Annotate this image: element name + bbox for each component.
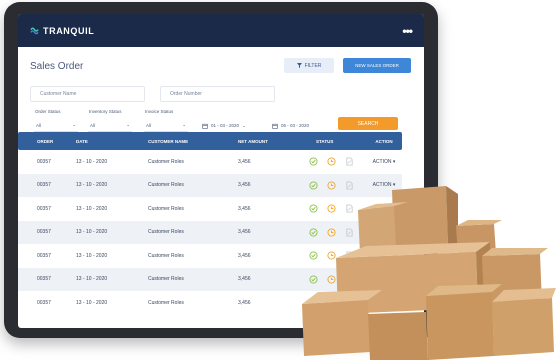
more-menu-icon[interactable]: ••• [402,24,413,38]
cell-date: 13 - 10 - 2020 [76,276,108,283]
cell-amount: 3,456 [238,158,251,165]
table-row[interactable]: 00357 13 - 10 - 2020 Customer Roles 3,456 AC… [18,150,402,174]
cell-customer: Customer Roles [148,229,184,236]
cell-amount: 3,456 [238,205,251,212]
brand-name: TRANQUIL [43,25,95,36]
cell-status [296,157,366,167]
invoice-status-label: Invoice Status [145,109,174,114]
header-status: STATUS [316,138,334,144]
header-customer: CUSTOMER NAME [148,138,189,144]
cell-customer: Customer Roles [148,182,184,189]
cell-amount: 3,456 [238,182,251,189]
calendar-icon [272,123,278,129]
document-icon[interactable] [344,157,354,167]
cardboard-boxes-image [302,186,556,360]
header-amount: NET AMOUNT [238,138,268,144]
inventory-status-value: All [90,122,96,128]
header-date: DATE [76,138,88,144]
filter-label: FILTER [304,62,322,69]
calendar-icon [202,123,208,129]
order-status-select[interactable]: Order Status All ⌄ [34,109,78,132]
header-action: ACTION [375,138,393,144]
funnel-icon [296,63,302,68]
row-action-menu[interactable]: ACTION ▾ [366,159,402,165]
cell-customer: Customer Roles [148,158,184,165]
chevron-down-icon: ⌄ [72,122,76,127]
date-from-picker[interactable]: 01 - 03 - 2020 ⌄ [202,119,246,132]
cell-order: 00357 [37,276,51,283]
order-number-input[interactable]: Order Number [160,86,275,102]
new-sales-order-button[interactable]: NEW SALES ORDER [343,58,411,73]
cell-customer: Customer Roles [148,252,184,259]
cell-order: 00357 [37,182,51,189]
cell-customer: Customer Roles [148,299,184,306]
inventory-status-select[interactable]: Inventory Status All ⌄ [88,109,132,132]
order-status-value: All [36,122,42,128]
cell-customer: Customer Roles [148,205,184,212]
date-to-value: 05 - 03 - 2020 [281,123,310,128]
cell-date: 13 - 10 - 2020 [76,158,108,165]
date-to-picker[interactable]: 05 - 03 - 2020 [272,119,309,132]
wave-logo-icon [30,27,39,35]
brand-logo[interactable]: TRANQUIL [30,26,94,36]
cell-date: 13 - 10 - 2020 [76,205,108,212]
cell-amount: 3,456 [238,276,251,283]
cell-customer: Customer Roles [148,276,184,283]
check-circle-icon[interactable] [308,157,318,167]
customer-name-input[interactable]: Customer Name [30,86,145,102]
header-order: ORDER [37,138,54,144]
cell-amount: 3,456 [238,229,251,236]
cell-date: 13 - 10 - 2020 [76,182,108,189]
cell-order: 00357 [37,299,51,306]
top-bar: TRANQUIL ••• [18,14,424,47]
cell-order: 00357 [37,158,51,165]
order-status-label: Order Status [35,109,61,114]
search-button[interactable]: SEARCH [338,117,398,130]
cell-order: 00357 [37,252,51,259]
chevron-down-icon: ⌄ [242,122,246,128]
search-fields: Customer Name Order Number [18,83,424,107]
cell-order: 00357 [37,229,51,236]
cell-date: 13 - 10 - 2020 [76,299,108,306]
filter-button[interactable]: FILTER [284,58,334,73]
invoice-status-select[interactable]: Invoice Status All ⌄ [144,109,188,132]
chevron-down-icon: ⌄ [182,122,186,127]
inventory-status-label: Inventory Status [89,109,122,114]
cell-date: 13 - 10 - 2020 [76,252,108,259]
cell-order: 00357 [37,205,51,212]
cell-date: 13 - 10 - 2020 [76,229,108,236]
date-from-value: 01 - 03 - 2020 [211,123,240,128]
table-header: ORDER DATE CUSTOMER NAME NET AMOUNT STAT… [18,132,402,150]
cell-amount: 3,456 [238,252,251,259]
invoice-status-value: All [146,122,152,128]
chevron-down-icon: ⌄ [126,122,130,127]
page-title: Sales Order [30,61,84,72]
page-header: Sales Order FILTER NEW SALES ORDER [18,47,424,83]
cell-amount: 3,456 [238,299,251,306]
clock-icon[interactable] [326,157,336,167]
